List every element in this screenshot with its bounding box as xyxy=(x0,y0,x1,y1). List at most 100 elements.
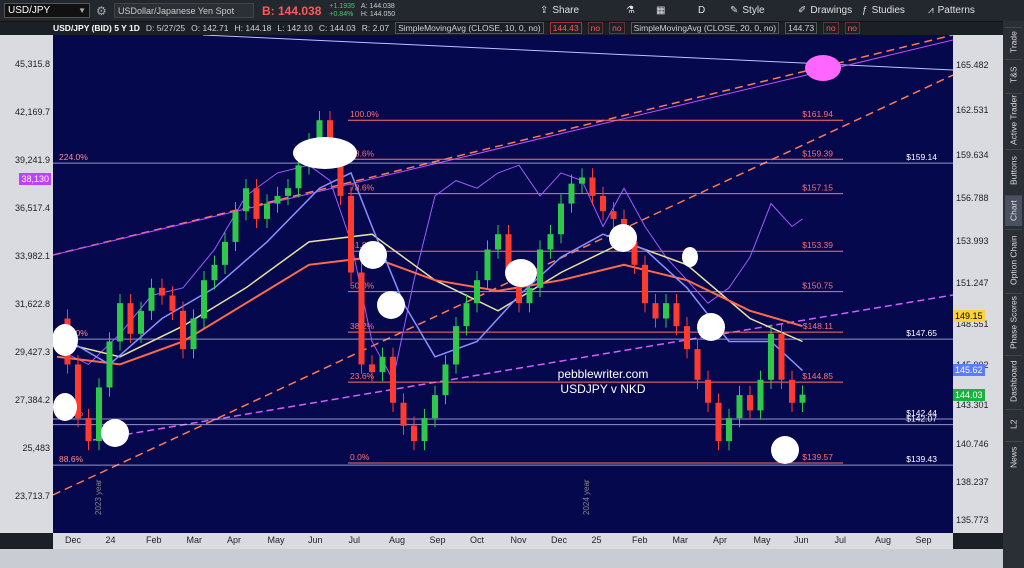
candle-body xyxy=(106,341,113,388)
patterns-label: Patterns xyxy=(937,5,975,16)
gear-icon[interactable]: ⚙ xyxy=(96,4,110,18)
candle-body xyxy=(694,349,701,380)
left-axis-tick: 33,982.1 xyxy=(14,251,50,261)
side-tab-news[interactable]: News xyxy=(1005,441,1022,472)
grid-icon[interactable]: ▦ xyxy=(656,3,665,18)
sma2-no[interactable]: no xyxy=(823,22,839,34)
style-button[interactable]: ✎ Style xyxy=(730,3,765,18)
sma1-no-2[interactable]: no xyxy=(609,22,625,34)
time-axis-tick: Aug xyxy=(875,535,892,545)
time-axis-tick: May xyxy=(267,535,285,545)
symbol-text: USD/JPY xyxy=(8,5,51,16)
annotation-ellipse xyxy=(697,313,725,341)
chart-title: USD/JPY (BID) 5 Y 1D xyxy=(53,23,140,33)
side-tab-dashboard[interactable]: Dashboard xyxy=(1005,355,1022,406)
bid-price[interactable]: B: 144.038 xyxy=(262,4,321,18)
right-axis-tick: 162.531 xyxy=(956,105,989,116)
candle-body xyxy=(537,249,543,288)
ohlc-date: D: 5/27/25 xyxy=(145,23,186,33)
right-price-tag: 145.62 xyxy=(953,364,985,377)
fib-price-label: $150.75 xyxy=(802,281,833,291)
share-label: Share xyxy=(552,5,580,16)
period-button[interactable]: D xyxy=(698,3,705,18)
candle-body xyxy=(789,379,795,403)
candle-body xyxy=(379,356,386,373)
right-axis-tick: 143.301 xyxy=(956,399,989,410)
studies-label: Studies xyxy=(871,5,905,16)
right-price-tag: 144.03 xyxy=(953,388,985,401)
candle-body xyxy=(463,303,470,327)
left-axis-tick: 23,713.7 xyxy=(14,491,50,501)
right-axis-tick: 165.482 xyxy=(956,59,989,70)
annotation-ellipse xyxy=(377,291,405,319)
change-line2: +0.84% xyxy=(329,10,354,18)
right-axis-tick: 156.788 xyxy=(956,193,989,204)
annotation-ellipse xyxy=(359,241,387,269)
chart-area[interactable]: 100.0% $161.94 88.6% $159.39 78.6% $157.15 61.… xyxy=(52,34,954,533)
candle-body xyxy=(684,326,690,350)
fib-price-label: $148.11 xyxy=(803,321,833,331)
right-price-tag: 149.15 xyxy=(953,310,985,323)
fib-pct-label: 0.0% xyxy=(350,452,370,462)
sma1-no[interactable]: no xyxy=(587,22,604,34)
left-axis-tick: 25,483 xyxy=(22,443,50,453)
drawings-button[interactable]: ✐ Drawings xyxy=(798,3,852,18)
side-tab-trade[interactable]: Trade xyxy=(1005,27,1022,56)
right-price-axis[interactable]: 165.482 162.531 159.634 156.788 153.993 151.2… xyxy=(953,35,1003,533)
annotation-ellipse xyxy=(771,436,799,464)
year-label-2023: 2023 year xyxy=(94,479,103,515)
time-axis[interactable]: Dec 24 Feb Mar Apr May Jun Jul Aug Sep Oct Nov Dec 25… xyxy=(53,533,953,549)
candle-body xyxy=(778,333,785,380)
left-axis-tick: 36,517.4 xyxy=(14,203,50,213)
time-axis-tick: Sep xyxy=(429,535,446,545)
time-axis-tick: Jun xyxy=(794,535,809,545)
fib-price-label: $159.39 xyxy=(802,148,833,158)
ask-high: A: 144.038 H: 144.050 xyxy=(361,3,395,19)
side-tab-phase-scores[interactable]: Phase Scores xyxy=(1005,293,1022,352)
candle-body xyxy=(526,287,533,304)
side-tab-t-s[interactable]: T&S xyxy=(1005,59,1022,90)
sma1-value: 144.43 xyxy=(549,22,582,34)
time-axis-tick: Jul xyxy=(348,535,361,545)
sma1-label[interactable]: SimpleMovingAvg (CLOSE, 10, 0, no) xyxy=(395,22,544,34)
candle-body xyxy=(390,356,396,403)
ask-line1: A: 144.038 xyxy=(360,2,395,10)
flask-icon[interactable]: ⚗ xyxy=(626,3,635,18)
sma2-no-2[interactable]: no xyxy=(844,22,861,34)
patterns-button[interactable]: ⩘ Patterns xyxy=(928,3,975,18)
fib-outer-pct: 88.6% xyxy=(59,454,84,464)
sma-fast-line xyxy=(56,171,804,372)
chevron-down-icon: ▼ xyxy=(78,6,86,15)
left-axis: 45,315.8 42,169.7 39,241.9 36,517.4 33,982.1… xyxy=(0,35,53,533)
fib-price-label: $144.85 xyxy=(802,371,833,381)
candle-body xyxy=(180,310,186,350)
candle-body xyxy=(484,249,491,281)
side-tab-chart[interactable]: Chart xyxy=(1005,195,1022,226)
patterns-icon: ⩘ xyxy=(928,5,934,16)
left-axis-tick: 39,241.9 xyxy=(14,155,50,165)
share-button[interactable]: ⇪ Share xyxy=(540,3,579,18)
right-axis-tick: 153.993 xyxy=(956,235,989,246)
side-tab-option-chain[interactable]: Option Chain xyxy=(1005,229,1022,290)
sma2-label[interactable]: SimpleMovingAvg (CLOSE, 20, 0, no) xyxy=(630,22,780,34)
side-tab-active-trader[interactable]: Active Trader xyxy=(1005,93,1022,146)
trendline-top xyxy=(202,34,954,71)
annotation-ellipse xyxy=(101,419,129,447)
candle-body xyxy=(442,364,449,396)
side-tab-l2[interactable]: L2 xyxy=(1005,409,1022,438)
left-axis-tick: 42,169.7 xyxy=(14,107,50,117)
fib-pct-label: 78.6% xyxy=(350,183,375,193)
candle-body xyxy=(715,402,722,442)
fib-price-label: $161.94 xyxy=(802,109,833,119)
studies-button[interactable]: ƒ Studies xyxy=(862,3,905,18)
symbol-selector[interactable]: USD/JPY ▼ xyxy=(4,3,90,18)
time-axis-tick: Apr xyxy=(227,535,242,545)
side-tab-buttons[interactable]: Buttons xyxy=(1005,149,1022,192)
time-axis-tick: Mar xyxy=(672,535,689,545)
candle-body xyxy=(726,418,732,442)
candle-body xyxy=(768,333,774,380)
chart-svg[interactable]: 100.0% $161.9488.6% $159.3978.6% $157.1561.… xyxy=(52,34,954,533)
style-icon: ✎ xyxy=(730,5,739,16)
candle-body xyxy=(295,165,302,189)
chart-header: USD/JPY (BID) 5 Y 1D D: 5/27/25 O: 142.7… xyxy=(53,21,953,35)
